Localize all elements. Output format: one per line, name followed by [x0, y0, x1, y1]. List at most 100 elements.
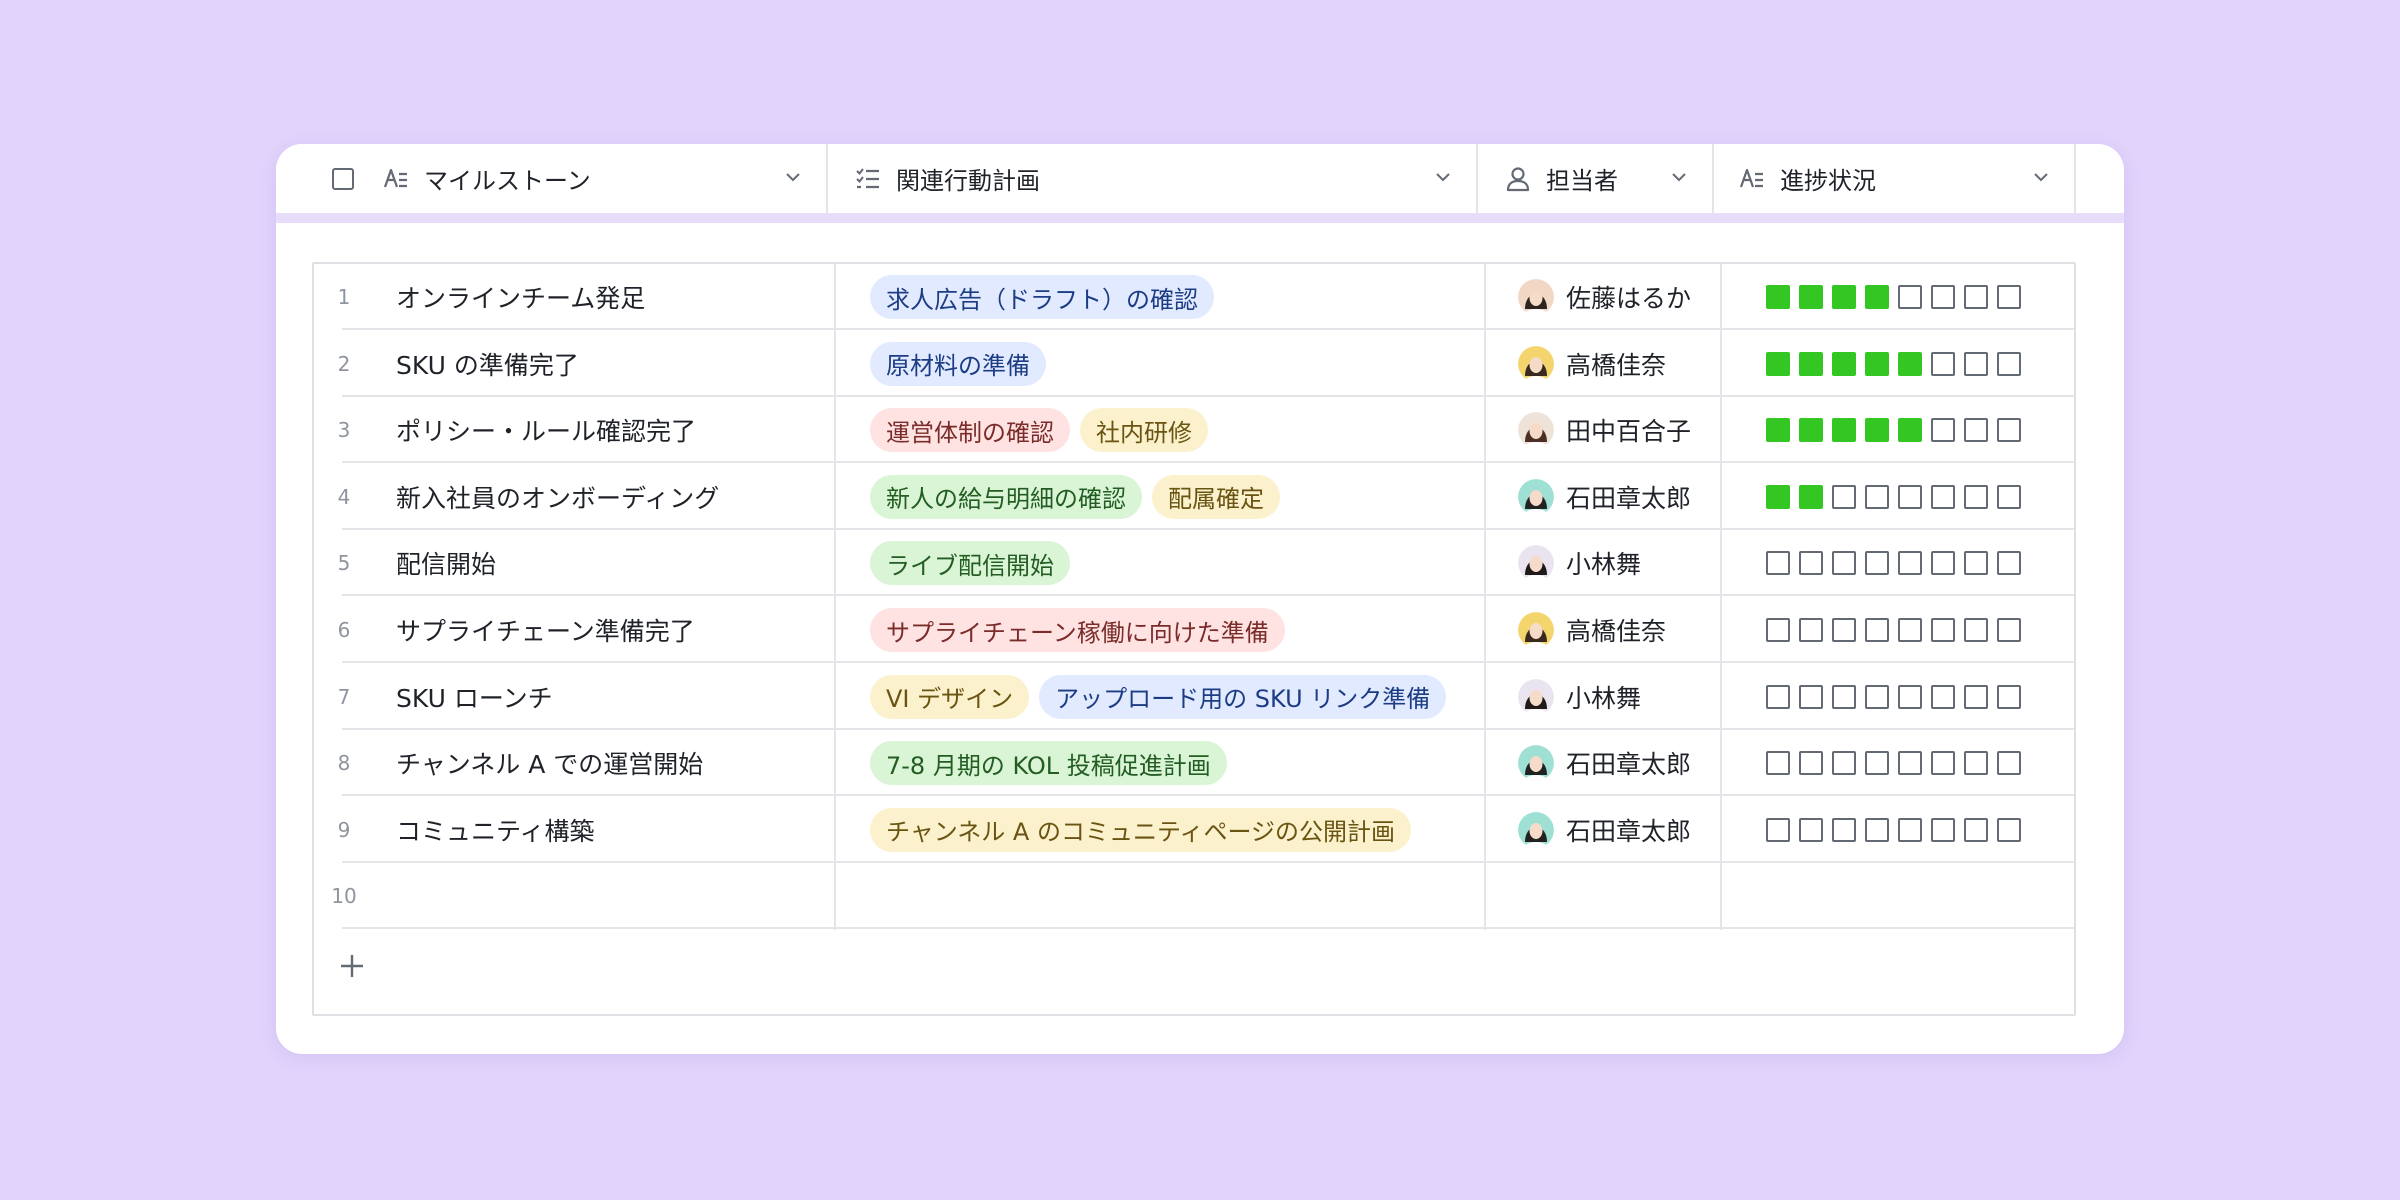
progress-square-filled: [1865, 351, 1889, 376]
progress-cell[interactable]: [1738, 863, 2096, 929]
progress-square-empty: [1865, 751, 1889, 776]
action-plan-cell[interactable]: 7-8 月期の KOL 投稿促進計画: [850, 730, 1510, 796]
milestone-cell[interactable]: サプライチェーン準備完了: [396, 597, 836, 663]
owner-cell[interactable]: 石田章太郎: [1502, 730, 1754, 796]
progress-cell[interactable]: [1738, 797, 2096, 863]
column-header-milestone[interactable]: マイルストーン: [276, 144, 828, 213]
avatar: [1518, 811, 1554, 848]
progress-cell[interactable]: [1738, 331, 2096, 397]
chevron-down-icon[interactable]: [1670, 168, 1688, 186]
action-plan-cell[interactable]: 求人広告（ドラフト）の確認: [850, 264, 1510, 330]
progress-square-empty: [1997, 551, 2021, 576]
milestone-cell[interactable]: [396, 863, 836, 929]
column-header-progress[interactable]: 進捗状況: [1714, 144, 2076, 213]
milestone-cell[interactable]: 配信開始: [396, 530, 836, 596]
milestone-cell[interactable]: オンラインチーム発足: [396, 264, 836, 330]
owner-cell[interactable]: 高橋佳奈: [1502, 597, 1754, 663]
table-row[interactable]: 8 チャンネル A での運営開始 7-8 月期の KOL 投稿促進計画 石田章太郎: [314, 730, 2074, 797]
table-row[interactable]: 3 ポリシー・ルール確認完了 運営体制の確認 社内研修 田中百合子: [314, 397, 2074, 464]
action-plan-tag[interactable]: 運営体制の確認: [870, 408, 1070, 453]
action-plan-tag[interactable]: 原材料の準備: [870, 341, 1046, 386]
person-icon: [1506, 166, 1530, 191]
row-number: 4: [337, 484, 351, 509]
progress-cell[interactable]: [1738, 597, 2096, 663]
progress-square-empty: [1832, 751, 1856, 776]
action-plan-cell[interactable]: 運営体制の確認 社内研修: [850, 397, 1510, 463]
action-plan-cell[interactable]: ライブ配信開始: [850, 530, 1510, 596]
progress-square-filled: [1799, 351, 1823, 376]
progress-square-empty: [1766, 551, 1790, 576]
action-plan-tag[interactable]: アップロード用の SKU リンク準備: [1039, 674, 1447, 719]
owner-cell[interactable]: 田中百合子: [1502, 397, 1754, 463]
table-row[interactable]: 2 SKU の準備完了 原材料の準備 高橋佳奈: [314, 331, 2074, 397]
milestone-cell[interactable]: SKU の準備完了: [396, 331, 836, 397]
table-row[interactable]: 9 コミュニティ構築 チャンネル A のコミュニティページの公開計画 石田章太郎: [314, 797, 2074, 863]
select-all-checkbox[interactable]: [332, 167, 354, 190]
action-plan-cell[interactable]: サプライチェーン稼働に向けた準備: [850, 597, 1510, 663]
action-plan-tag[interactable]: 求人広告（ドラフト）の確認: [870, 275, 1214, 319]
column-header-owner[interactable]: 担当者: [1478, 144, 1714, 213]
owner-name: 石田章太郎: [1566, 816, 1692, 846]
progress-cell[interactable]: [1738, 464, 2096, 530]
avatar: [1518, 612, 1554, 648]
chevron-down-icon[interactable]: [784, 168, 802, 186]
action-plan-tag[interactable]: 7-8 月期の KOL 投稿促進計画: [870, 741, 1227, 786]
action-plan-tag[interactable]: 新人の給与明細の確認: [870, 474, 1142, 519]
progress-square-empty: [1997, 618, 2021, 642]
table-row[interactable]: 10: [314, 863, 2074, 930]
progress-cell[interactable]: [1738, 397, 2096, 463]
action-plan-cell[interactable]: 新人の給与明細の確認 配属確定: [850, 464, 1510, 530]
action-plan-tag[interactable]: 社内研修: [1080, 408, 1208, 453]
owner-cell[interactable]: 小林舞: [1502, 664, 1754, 730]
progress-cell[interactable]: [1738, 664, 2096, 730]
action-plan-tag[interactable]: サプライチェーン稼働に向けた準備: [870, 608, 1285, 652]
owner-name: 高橋佳奈: [1566, 617, 1667, 646]
owner-name: 小林舞: [1566, 683, 1642, 713]
owner-cell[interactable]: 石田章太郎: [1502, 464, 1754, 530]
milestone-cell[interactable]: コミュニティ構築: [396, 797, 836, 863]
action-plan-cell[interactable]: VI デザイン アップロード用の SKU リンク準備: [850, 664, 1510, 730]
progress-square-empty: [1766, 684, 1790, 709]
progress-square-filled: [1898, 418, 1922, 443]
action-plan-tag[interactable]: VI デザイン: [870, 674, 1030, 719]
action-plan-cell[interactable]: チャンネル A のコミュニティページの公開計画: [850, 797, 1510, 863]
progress-square-empty: [1997, 684, 2021, 709]
avatar: [1518, 279, 1554, 315]
progress-square-filled: [1832, 418, 1856, 443]
milestone-cell[interactable]: SKU ローンチ: [396, 664, 836, 730]
owner-cell[interactable]: 小林舞: [1502, 530, 1754, 596]
plus-icon: [341, 955, 363, 977]
owner-cell[interactable]: [1502, 863, 1754, 929]
header-divider: [276, 213, 2124, 223]
progress-square-empty: [1832, 817, 1856, 842]
progress-square-empty: [1766, 618, 1790, 642]
chevron-down-icon[interactable]: [1434, 168, 1452, 186]
add-row-button[interactable]: [336, 950, 368, 982]
chevron-down-icon[interactable]: [2032, 168, 2050, 186]
milestone-cell[interactable]: チャンネル A での運営開始: [396, 730, 836, 796]
table-row[interactable]: 1 オンラインチーム発足 求人広告（ドラフト）の確認 佐藤はるか: [314, 264, 2074, 330]
table-row[interactable]: 7 SKU ローンチ VI デザイン アップロード用の SKU リンク準備 小林舞: [314, 664, 2074, 730]
progress-square-empty: [1931, 751, 1955, 776]
row-number: 5: [337, 551, 351, 576]
action-plan-tag[interactable]: ライブ配信開始: [870, 541, 1070, 586]
column-header-action-plan[interactable]: 関連行動計画: [828, 144, 1478, 213]
action-plan-cell[interactable]: [850, 863, 1510, 929]
progress-cell[interactable]: [1738, 530, 2096, 596]
owner-cell[interactable]: 佐藤はるか: [1502, 264, 1754, 330]
checklist-icon: [856, 167, 879, 188]
progress-cell[interactable]: [1738, 730, 2096, 796]
milestone-cell[interactable]: ポリシー・ルール確認完了: [396, 397, 836, 463]
table-row[interactable]: 4 新入社員のオンボーディング 新人の給与明細の確認 配属確定 石田章太郎: [314, 464, 2074, 530]
owner-cell[interactable]: 高橋佳奈: [1502, 331, 1754, 397]
action-plan-tag[interactable]: 配属確定: [1152, 474, 1280, 519]
action-plan-cell[interactable]: 原材料の準備: [850, 331, 1510, 397]
action-plan-tag[interactable]: チャンネル A のコミュニティページの公開計画: [870, 807, 1412, 852]
table-row[interactable]: 5 配信開始 ライブ配信開始 小林舞: [314, 530, 2074, 597]
owner-cell[interactable]: 石田章太郎: [1502, 797, 1754, 863]
table-row[interactable]: 6 サプライチェーン準備完了 サプライチェーン稼働に向けた準備 高橋佳奈: [314, 597, 2074, 663]
milestone-cell[interactable]: 新入社員のオンボーディング: [396, 464, 836, 530]
progress-square-filled: [1832, 351, 1856, 376]
progress-square-empty: [1964, 618, 1988, 642]
progress-cell[interactable]: [1738, 264, 2096, 330]
